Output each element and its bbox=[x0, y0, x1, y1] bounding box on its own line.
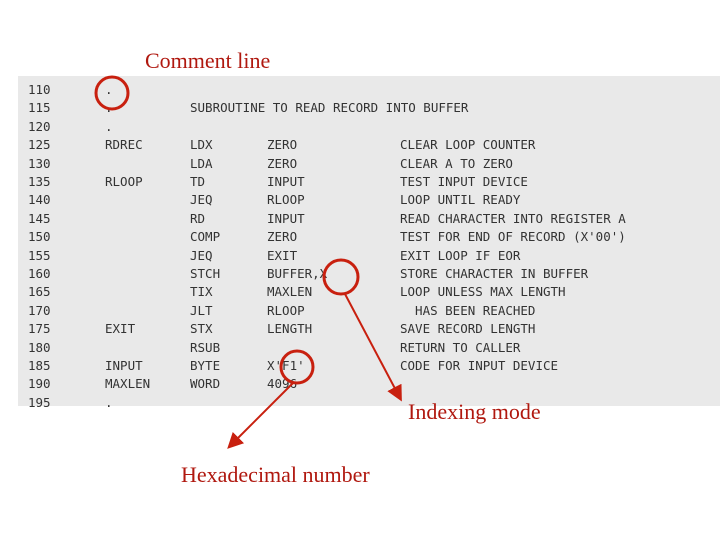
annotation-marks bbox=[94, 75, 402, 449]
hex-circle bbox=[279, 349, 315, 385]
hex-arrow bbox=[227, 382, 294, 449]
indexing-circle bbox=[322, 258, 360, 296]
comment-circle bbox=[94, 75, 130, 111]
indexing-arrow bbox=[344, 293, 402, 402]
